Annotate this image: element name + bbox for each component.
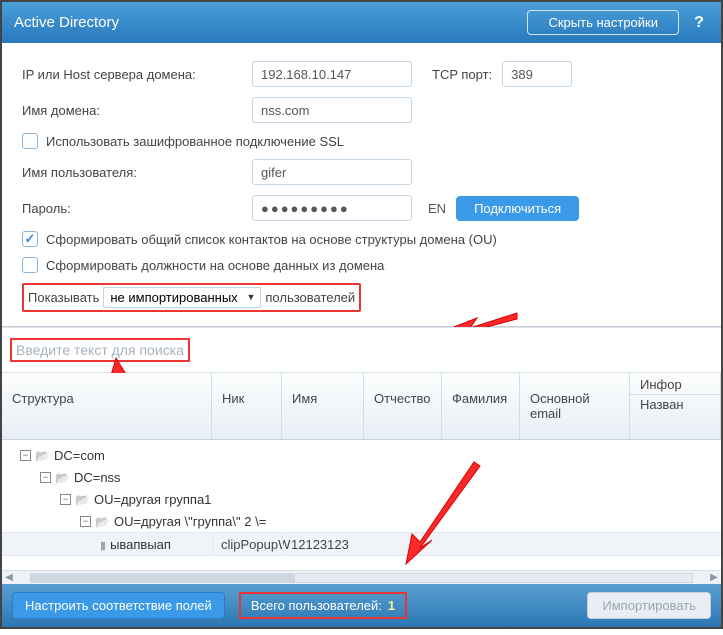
folder-icon (95, 514, 114, 529)
filter-row: Показывать не импортированных пользовате… (22, 283, 361, 312)
tree-area: − DC=com − DC=nss − OU=другая группа1 − … (2, 440, 721, 570)
titles-checkbox[interactable] (22, 257, 38, 273)
lang-indicator[interactable]: EN (428, 201, 446, 216)
col-info-group[interactable]: Инфор (630, 373, 720, 394)
cell-name: 12123123 (282, 533, 364, 555)
total-label: Всего пользователей: (251, 598, 382, 613)
cell-nick: clipPopupW (212, 533, 282, 555)
domain-label: Имя домена: (22, 103, 242, 118)
col-patronymic[interactable]: Отчество (364, 373, 442, 439)
window-title: Active Directory (14, 14, 119, 31)
col-info-sub[interactable]: Назван (630, 394, 720, 416)
filter-prefix: Показывать (28, 290, 99, 305)
map-fields-button[interactable]: Настроить соответствие полей (12, 592, 225, 619)
hide-settings-button[interactable]: Скрыть настройки (527, 10, 679, 35)
ssl-checkbox[interactable] (22, 133, 38, 149)
collapse-icon[interactable]: − (40, 472, 51, 483)
connect-button[interactable]: Подключиться (456, 196, 579, 221)
user-row[interactable]: ывапвыап clipPopupW 12123123 (2, 532, 721, 556)
ip-label: IP или Host сервера домена: (22, 67, 242, 82)
total-users-badge: Всего пользователей: 1 (239, 592, 407, 619)
tcp-port-input[interactable] (502, 61, 572, 87)
col-email[interactable]: Основной email (520, 373, 630, 439)
tree-node[interactable]: − OU=другая группа1 (2, 488, 721, 510)
username-label: Имя пользователя: (22, 165, 242, 180)
tree-node[interactable]: − OU=другая \"группа\" 2 \= (2, 510, 721, 532)
ip-input[interactable] (252, 61, 412, 87)
tree-node[interactable]: − DC=com (2, 444, 721, 466)
footer: Настроить соответствие полей Всего польз… (2, 584, 721, 627)
total-count: 1 (388, 598, 395, 613)
collapse-icon[interactable]: − (80, 516, 91, 527)
search-bar: Введите текст для поиска (2, 327, 721, 373)
grid-header: Структура Ник Имя Отчество Фамилия Основ… (2, 373, 721, 440)
titlebar: Active Directory Скрыть настройки ? (2, 2, 721, 43)
tree-node[interactable]: − DC=nss (2, 466, 721, 488)
ssl-label: Использовать зашифрованное подключение S… (46, 134, 344, 149)
domain-input[interactable] (252, 97, 412, 123)
collapse-icon[interactable]: − (20, 450, 31, 461)
collapse-icon[interactable]: − (60, 494, 71, 505)
password-input[interactable] (252, 195, 412, 221)
import-button[interactable]: Импортировать (587, 592, 711, 619)
col-structure[interactable]: Структура (2, 373, 212, 439)
password-label: Пароль: (22, 201, 242, 216)
folder-icon (75, 492, 94, 507)
scroll-right-icon[interactable]: ▶ (707, 572, 721, 583)
filter-suffix: пользователей (265, 290, 355, 305)
filter-select[interactable]: не импортированных (103, 287, 261, 308)
folder-icon (35, 448, 54, 463)
horizontal-scrollbar[interactable]: ◀ ▶ (2, 570, 721, 584)
titles-label: Сформировать должности на основе данных … (46, 258, 384, 273)
col-nick[interactable]: Ник (212, 373, 282, 439)
settings-panel: IP или Host сервера домена: TCP порт: Им… (2, 43, 721, 327)
tcp-port-label: TCP порт: (432, 67, 492, 82)
file-icon (100, 537, 110, 552)
username-input[interactable] (252, 159, 412, 185)
folder-icon (55, 470, 74, 485)
search-input[interactable]: Введите текст для поиска (10, 338, 190, 362)
help-icon[interactable]: ? (689, 14, 709, 32)
scroll-left-icon[interactable]: ◀ (2, 572, 16, 583)
col-surname[interactable]: Фамилия (442, 373, 520, 439)
ou-checkbox[interactable] (22, 231, 38, 247)
col-name[interactable]: Имя (282, 373, 364, 439)
ou-label: Сформировать общий список контактов на о… (46, 232, 497, 247)
